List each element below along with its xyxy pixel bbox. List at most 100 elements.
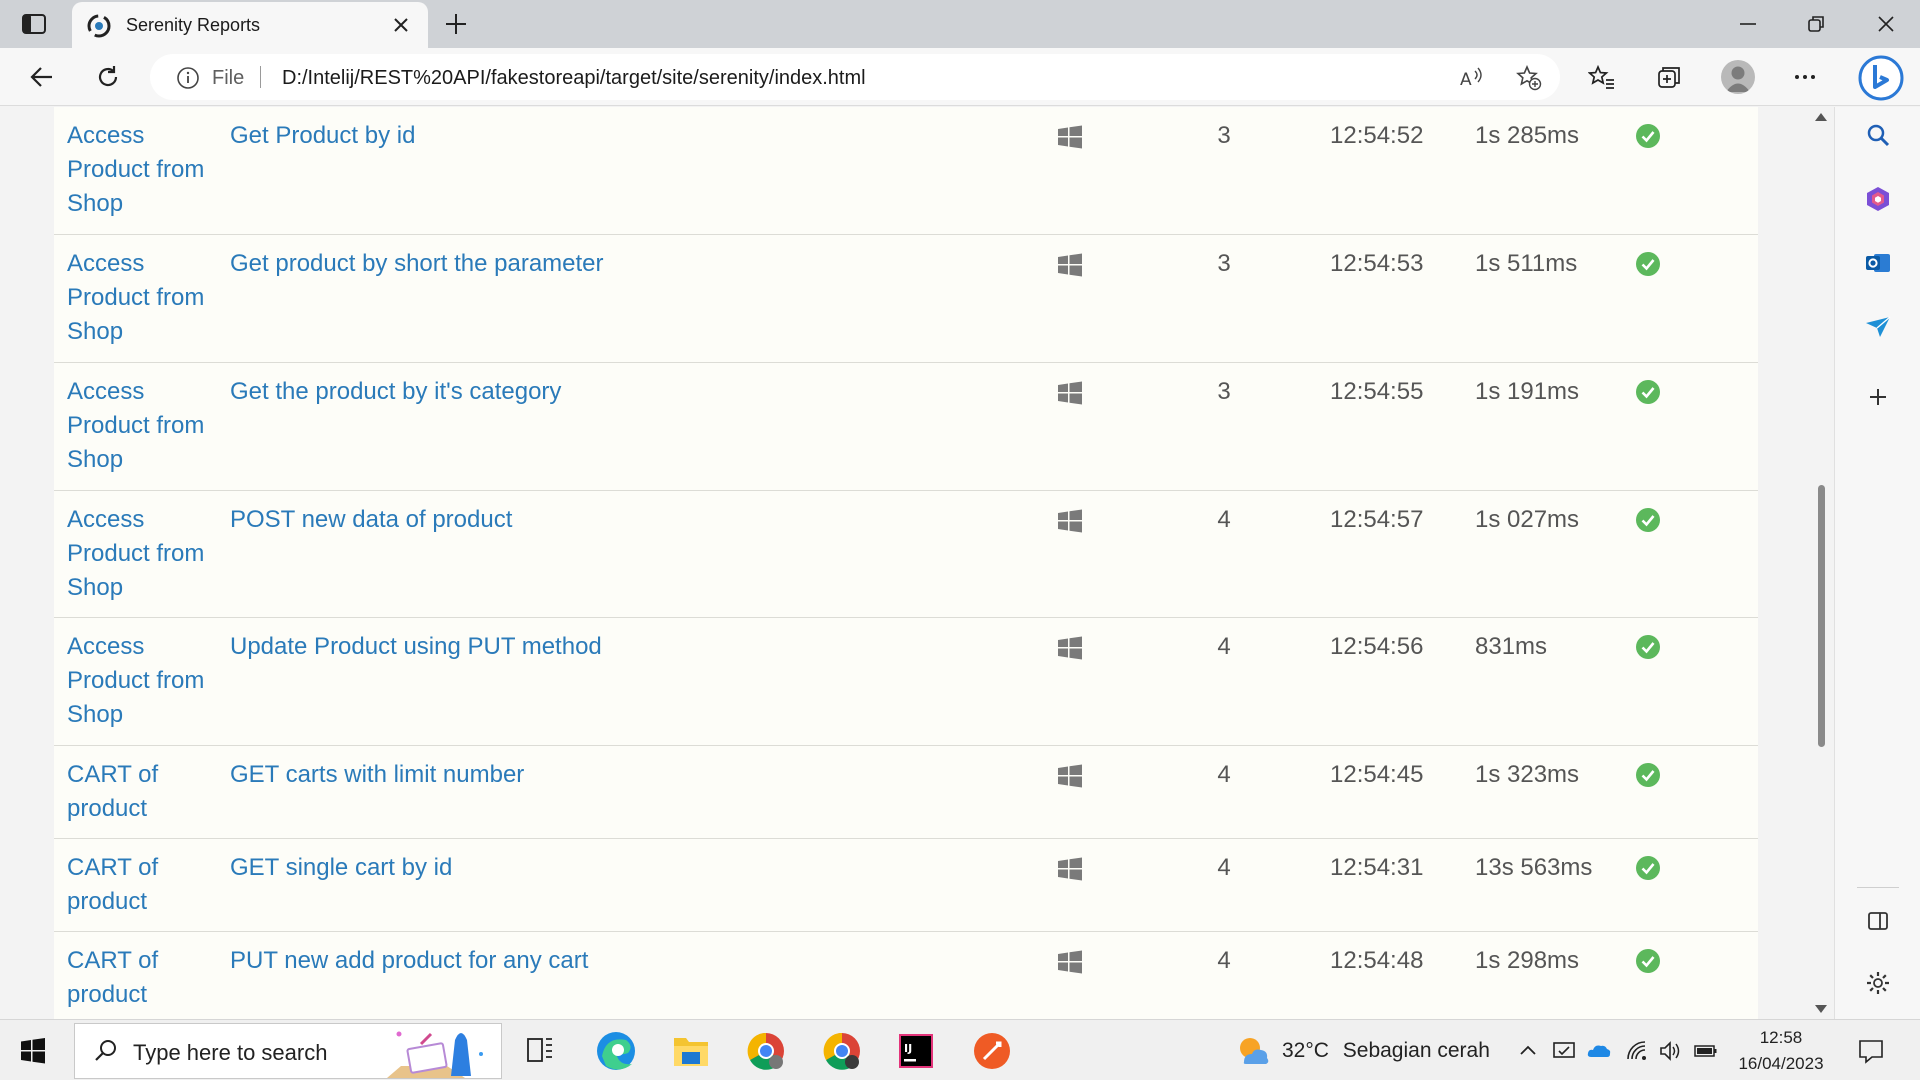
feature-link[interactable]: Access Product from Shop [67, 247, 227, 349]
taskbar-search[interactable]: Type here to search [74, 1023, 502, 1079]
scenario-link[interactable]: Get product by short the parameter [230, 247, 604, 281]
duration: 1s 285ms [1475, 122, 1580, 149]
bing-copilot-icon[interactable] [1856, 53, 1906, 103]
postman-icon[interactable] [956, 1026, 1028, 1076]
feature-link[interactable]: Access Product from Shop [67, 375, 227, 477]
restore-icon[interactable] [1802, 10, 1830, 38]
feature-link[interactable]: CART of product [67, 851, 227, 919]
windows-start-icon[interactable] [20, 1038, 46, 1064]
success-check-icon [1636, 635, 1660, 659]
scenario-link[interactable]: Get the product by it's category [230, 375, 561, 409]
info-icon[interactable] [176, 66, 200, 90]
search-icon[interactable] [1864, 121, 1892, 149]
edge-browser-icon[interactable] [580, 1026, 652, 1076]
back-arrow-icon[interactable] [28, 63, 56, 91]
clock-date: 16/04/2023 [1738, 1054, 1824, 1073]
notifications-icon[interactable] [1857, 1037, 1885, 1065]
network-wifi-icon[interactable] [1625, 1039, 1649, 1063]
success-check-icon [1636, 949, 1660, 973]
scenario-link[interactable]: Update Product using PUT method [230, 630, 602, 664]
close-tab-icon[interactable] [390, 14, 412, 36]
profile-silhouette-icon [1726, 66, 1750, 92]
windows-taskbar: Type here to search IJ 32°C Sebagian cer… [0, 1019, 1920, 1080]
scenario-link[interactable]: PUT new add product for any cart [230, 944, 588, 978]
success-check-icon [1636, 763, 1660, 787]
table-row: Access Product from Shop Get the product … [54, 363, 1758, 491]
scrollbar-thumb[interactable] [1818, 485, 1825, 747]
start-time: 12:54:57 [1330, 506, 1424, 533]
add-sidebar-app-icon[interactable] [1864, 383, 1892, 411]
edge-sidebar [1834, 107, 1920, 1019]
windows-icon [1058, 636, 1082, 660]
search-placeholder: Type here to search [133, 1040, 328, 1065]
table-row: CART of product GET carts with limit numb… [54, 746, 1758, 839]
serenity-favicon-icon [87, 14, 111, 38]
scroll-down-arrow-icon[interactable] [1815, 1005, 1827, 1013]
feature-link[interactable]: CART of product [67, 758, 227, 826]
show-hidden-icons-chevron-icon[interactable] [1516, 1039, 1540, 1063]
new-tab-icon[interactable] [444, 12, 468, 36]
windows-icon [1058, 857, 1082, 881]
page-content: Access Product from Shop Get Product by i… [0, 107, 1834, 1019]
svg-text:A: A [1460, 70, 1472, 90]
scenario-link[interactable]: GET carts with limit number [230, 758, 524, 792]
feature-link[interactable]: Access Product from Shop [67, 503, 227, 605]
step-count: 4 [1217, 761, 1231, 788]
device-security-icon[interactable] [1552, 1039, 1576, 1063]
success-check-icon [1636, 508, 1660, 532]
refresh-icon[interactable] [94, 63, 122, 91]
close-window-icon[interactable] [1872, 10, 1900, 38]
duration: 13s 563ms [1475, 854, 1593, 881]
minimize-icon[interactable] [1734, 10, 1762, 38]
scenario-link[interactable]: POST new data of product [230, 503, 512, 537]
more-options-icon[interactable] [1791, 63, 1819, 91]
success-check-icon [1636, 380, 1660, 404]
intellij-idea-icon[interactable]: IJ [880, 1026, 952, 1076]
onedrive-cloud-icon[interactable] [1587, 1039, 1611, 1063]
feature-link[interactable]: Access Product from Shop [67, 119, 227, 221]
url-text[interactable]: D:/Intelij/REST%20API/fakestoreapi/targe… [282, 67, 866, 90]
office-icon[interactable] [1864, 185, 1892, 213]
windows-icon [1058, 253, 1082, 277]
windows-icon [1058, 125, 1082, 149]
start-time: 12:54:53 [1330, 250, 1424, 277]
outlook-icon[interactable] [1864, 249, 1892, 277]
scenario-link[interactable]: GET single cart by id [230, 851, 452, 885]
feature-link[interactable]: Access Product from Shop [67, 630, 227, 732]
volume-icon[interactable] [1658, 1039, 1682, 1063]
feature-link[interactable]: CART of product [67, 944, 227, 1012]
send-icon[interactable] [1864, 313, 1892, 341]
duration: 1s 511ms [1475, 250, 1578, 277]
read-aloud-icon[interactable]: A [1458, 65, 1484, 91]
chrome-profile-icon[interactable] [806, 1026, 878, 1076]
address-bar[interactable]: File D:/Intelij/REST%20API/fakestoreapi/… [150, 54, 1560, 100]
hide-sidebar-icon[interactable] [1864, 907, 1892, 935]
profile-avatar[interactable] [1721, 60, 1755, 94]
file-explorer-icon[interactable] [654, 1026, 726, 1076]
weather-partly-sunny-icon[interactable] [1234, 1032, 1270, 1068]
start-time: 12:54:31 [1330, 854, 1424, 881]
step-count: 3 [1217, 122, 1231, 149]
windows-icon [1058, 509, 1082, 533]
system-clock[interactable]: 12:58 16/04/2023 [1726, 1025, 1836, 1077]
search-icon [95, 1040, 116, 1061]
weather-temperature: 32°C [1282, 1039, 1329, 1062]
add-favorite-icon[interactable] [1516, 65, 1542, 91]
page-scrollbar[interactable] [1808, 107, 1834, 1019]
chrome-icon[interactable] [730, 1026, 802, 1076]
weather-text[interactable]: 32°C Sebagian cerah [1282, 1039, 1490, 1063]
collections-icon[interactable] [1655, 63, 1683, 91]
tab-title: Serenity Reports [126, 15, 261, 35]
scenario-link[interactable]: Get Product by id [230, 119, 415, 153]
success-check-icon [1636, 856, 1660, 880]
favorites-icon[interactable] [1588, 63, 1616, 91]
settings-gear-icon[interactable] [1864, 969, 1892, 997]
browser-tab[interactable]: Serenity Reports [72, 2, 428, 48]
weather-condition: Sebagian cerah [1342, 1039, 1490, 1062]
task-view-icon[interactable] [504, 1026, 576, 1076]
tab-actions-icon[interactable] [18, 12, 52, 36]
battery-icon[interactable] [1694, 1039, 1718, 1063]
scroll-up-arrow-icon[interactable] [1815, 113, 1827, 121]
step-count: 3 [1217, 250, 1231, 277]
table-row: Access Product from Shop Update Product u… [54, 618, 1758, 746]
